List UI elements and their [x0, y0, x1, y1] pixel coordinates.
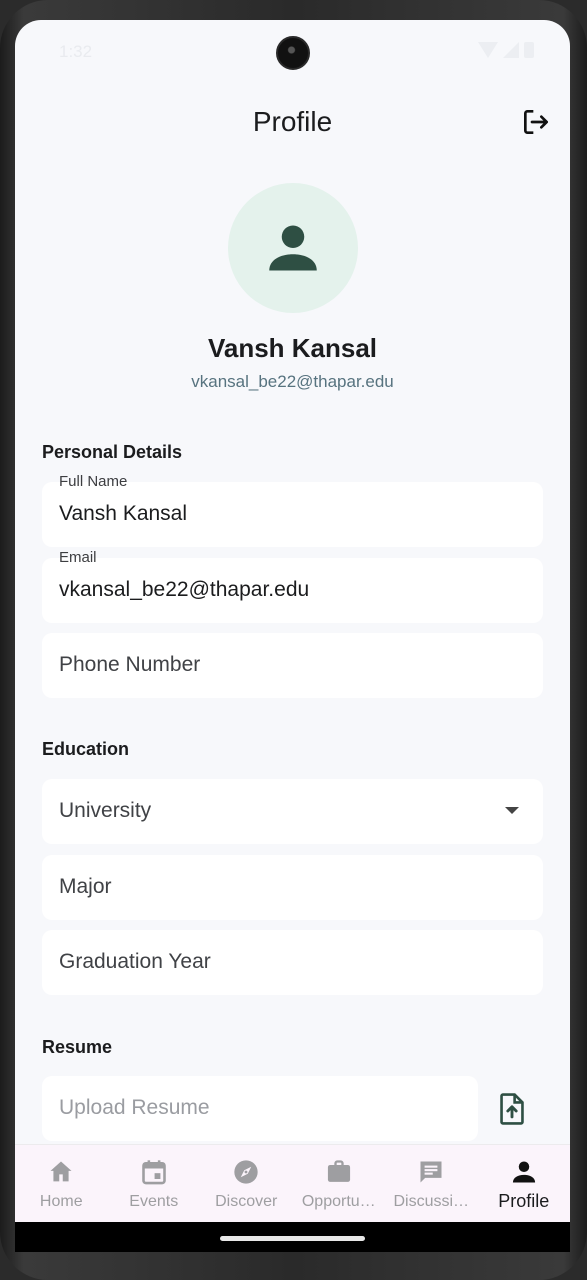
nav-label-home: Home	[39, 1193, 83, 1210]
profile-email: vkansal_be22@thapar.edu	[191, 372, 394, 391]
status-time: 1:32	[59, 42, 93, 61]
bottom-navigation: Home Events Discover Opportu… Discussi… …	[15, 1144, 570, 1222]
university-placeholder: University	[59, 799, 152, 822]
nav-label-events: Events	[129, 1193, 179, 1210]
nav-item-events[interactable]: Events	[108, 1145, 201, 1222]
nav-item-profile[interactable]: Profile	[478, 1145, 571, 1222]
logout-button[interactable]	[520, 106, 552, 138]
section-title-education: Education	[42, 739, 130, 759]
university-dropdown[interactable]: University	[42, 779, 543, 844]
upload-resume-button[interactable]	[496, 1092, 528, 1126]
status-bar: 1:32	[15, 20, 570, 84]
phone-number-placeholder: Phone Number	[59, 653, 201, 676]
chat-icon	[416, 1157, 446, 1187]
screen: 1:32 Profile Vansh Kansal vkansal_be22@t…	[15, 20, 570, 1252]
logout-icon	[524, 110, 548, 134]
profile-name: Vansh Kansal	[207, 333, 378, 363]
section-title-personal-details: Personal Details	[42, 442, 183, 462]
camera-cutout	[276, 36, 310, 70]
nav-label-discussions: Discussi…	[393, 1193, 470, 1210]
app-bar: Profile	[15, 90, 570, 156]
graduation-year-field[interactable]: Graduation Year	[42, 930, 543, 995]
nav-item-home[interactable]: Home	[15, 1145, 108, 1222]
calendar-icon	[139, 1157, 169, 1187]
major-placeholder: Major	[59, 875, 112, 898]
major-field[interactable]: Major	[42, 855, 543, 920]
avatar[interactable]	[228, 183, 358, 313]
full-name-label: Full Name	[59, 473, 128, 490]
email-field[interactable]: Email vkansal_be22@thapar.edu	[42, 549, 543, 623]
wifi-icon	[478, 42, 498, 58]
briefcase-icon	[324, 1157, 354, 1187]
email-value: vkansal_be22@thapar.edu	[59, 578, 310, 601]
nav-item-discussions[interactable]: Discussi…	[385, 1145, 478, 1222]
nav-item-discover[interactable]: Discover	[200, 1145, 293, 1222]
phone-number-field[interactable]: Phone Number	[42, 633, 543, 698]
home-icon	[46, 1157, 76, 1187]
file-upload-icon	[500, 1093, 524, 1125]
section-title-resume: Resume	[42, 1037, 113, 1057]
upload-resume-field[interactable]: Upload Resume	[42, 1076, 478, 1141]
battery-icon	[524, 42, 534, 58]
nav-label-profile: Profile	[498, 1191, 550, 1211]
page-title: Profile	[252, 106, 333, 137]
person-icon	[509, 1157, 539, 1187]
person-icon	[269, 225, 317, 271]
full-name-field[interactable]: Full Name Vansh Kansal	[42, 473, 543, 547]
full-name-value: Vansh Kansal	[59, 502, 188, 525]
signal-icon	[503, 42, 519, 58]
graduation-year-placeholder: Graduation Year	[59, 950, 211, 973]
status-icons	[478, 42, 534, 58]
nav-label-opportunities: Opportu…	[301, 1193, 376, 1210]
email-label: Email	[59, 549, 97, 566]
nav-label-discover: Discover	[215, 1193, 278, 1210]
nav-item-opportunities[interactable]: Opportu…	[293, 1145, 386, 1222]
device-frame: 1:32 Profile Vansh Kansal vkansal_be22@t…	[0, 0, 587, 1280]
compass-icon	[231, 1157, 261, 1187]
home-indicator[interactable]	[220, 1236, 365, 1241]
upload-resume-placeholder: Upload Resume	[59, 1096, 210, 1119]
chevron-down-icon	[505, 807, 519, 814]
